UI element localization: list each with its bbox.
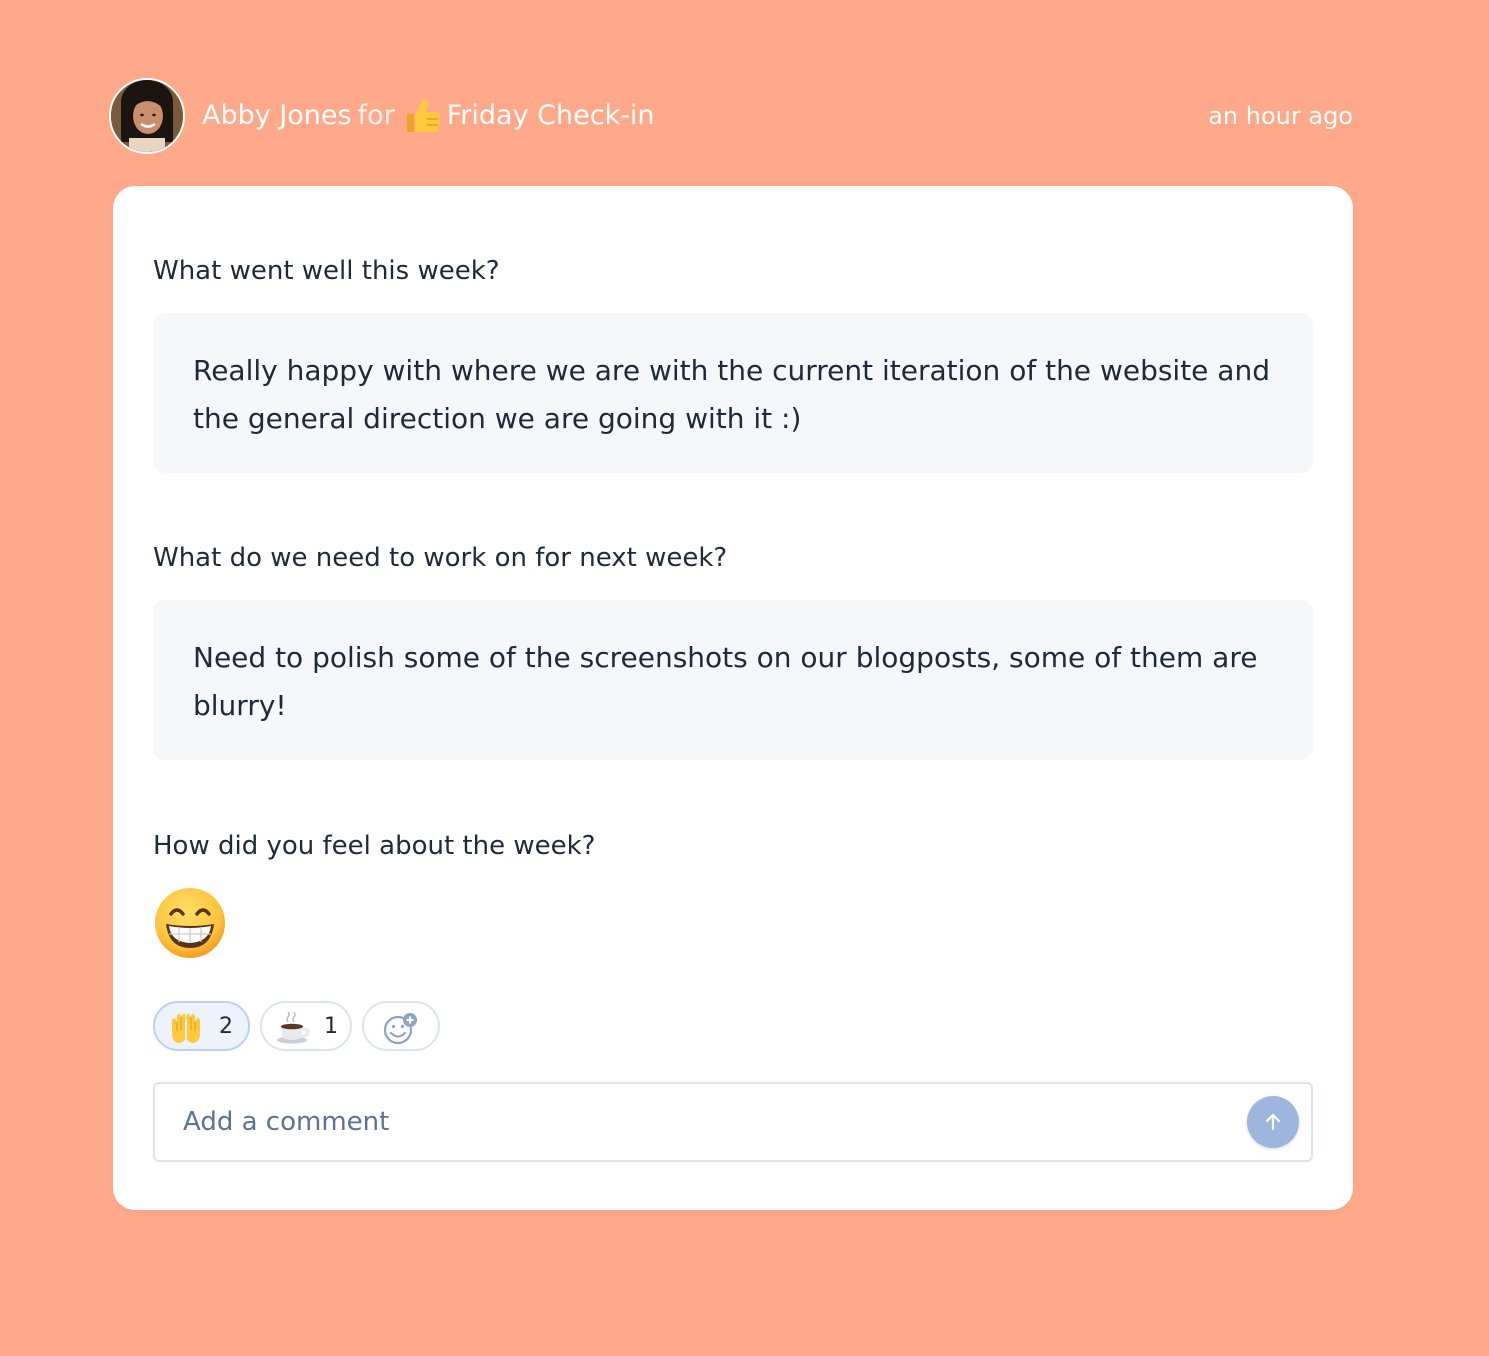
post-title: Abby Jones for Friday Check-in (202, 98, 655, 134)
author-avatar[interactable] (109, 78, 185, 154)
question-title: How did you feel about the week? (153, 831, 596, 861)
answer-text: Need to polish some of the screenshots o… (193, 641, 1258, 722)
comment-input[interactable] (183, 1102, 1213, 1142)
comment-box (153, 1082, 1313, 1162)
add-reaction-icon (383, 1011, 417, 1045)
answer-box: Need to polish some of the screenshots o… (153, 600, 1313, 760)
question-title: What went well this week? (153, 256, 500, 286)
reaction-count: 2 (219, 1014, 233, 1039)
answer-box: Really happy with where we are with the … (153, 313, 1313, 473)
post-timestamp: an hour ago (1208, 102, 1353, 130)
checkin-name[interactable]: Friday Check-in (447, 100, 655, 131)
arrow-up-icon (1265, 1113, 1281, 1131)
add-reaction-button[interactable] (362, 1001, 440, 1051)
hot-beverage-icon (276, 1011, 310, 1045)
send-comment-button[interactable] (1247, 1096, 1299, 1148)
question-title: What do we need to work on for next week… (153, 543, 728, 573)
checkin-card: What went well this week? Really happy w… (113, 186, 1353, 1210)
reaction-raising-hands[interactable]: 2 (153, 1001, 250, 1051)
for-label: for (357, 100, 395, 131)
grinning-face-icon (153, 886, 227, 960)
post-header: Abby Jones for Friday Check-in an hour ag… (109, 78, 1353, 154)
thumbs-up-icon (403, 98, 443, 134)
reaction-count: 1 (324, 1014, 338, 1039)
avatar-photo-icon (111, 80, 183, 152)
answer-text: Really happy with where we are with the … (193, 354, 1270, 435)
raising-hands-icon (169, 1011, 203, 1045)
reaction-hot-beverage[interactable]: 1 (260, 1001, 352, 1051)
author-name[interactable]: Abby Jones (202, 100, 352, 131)
